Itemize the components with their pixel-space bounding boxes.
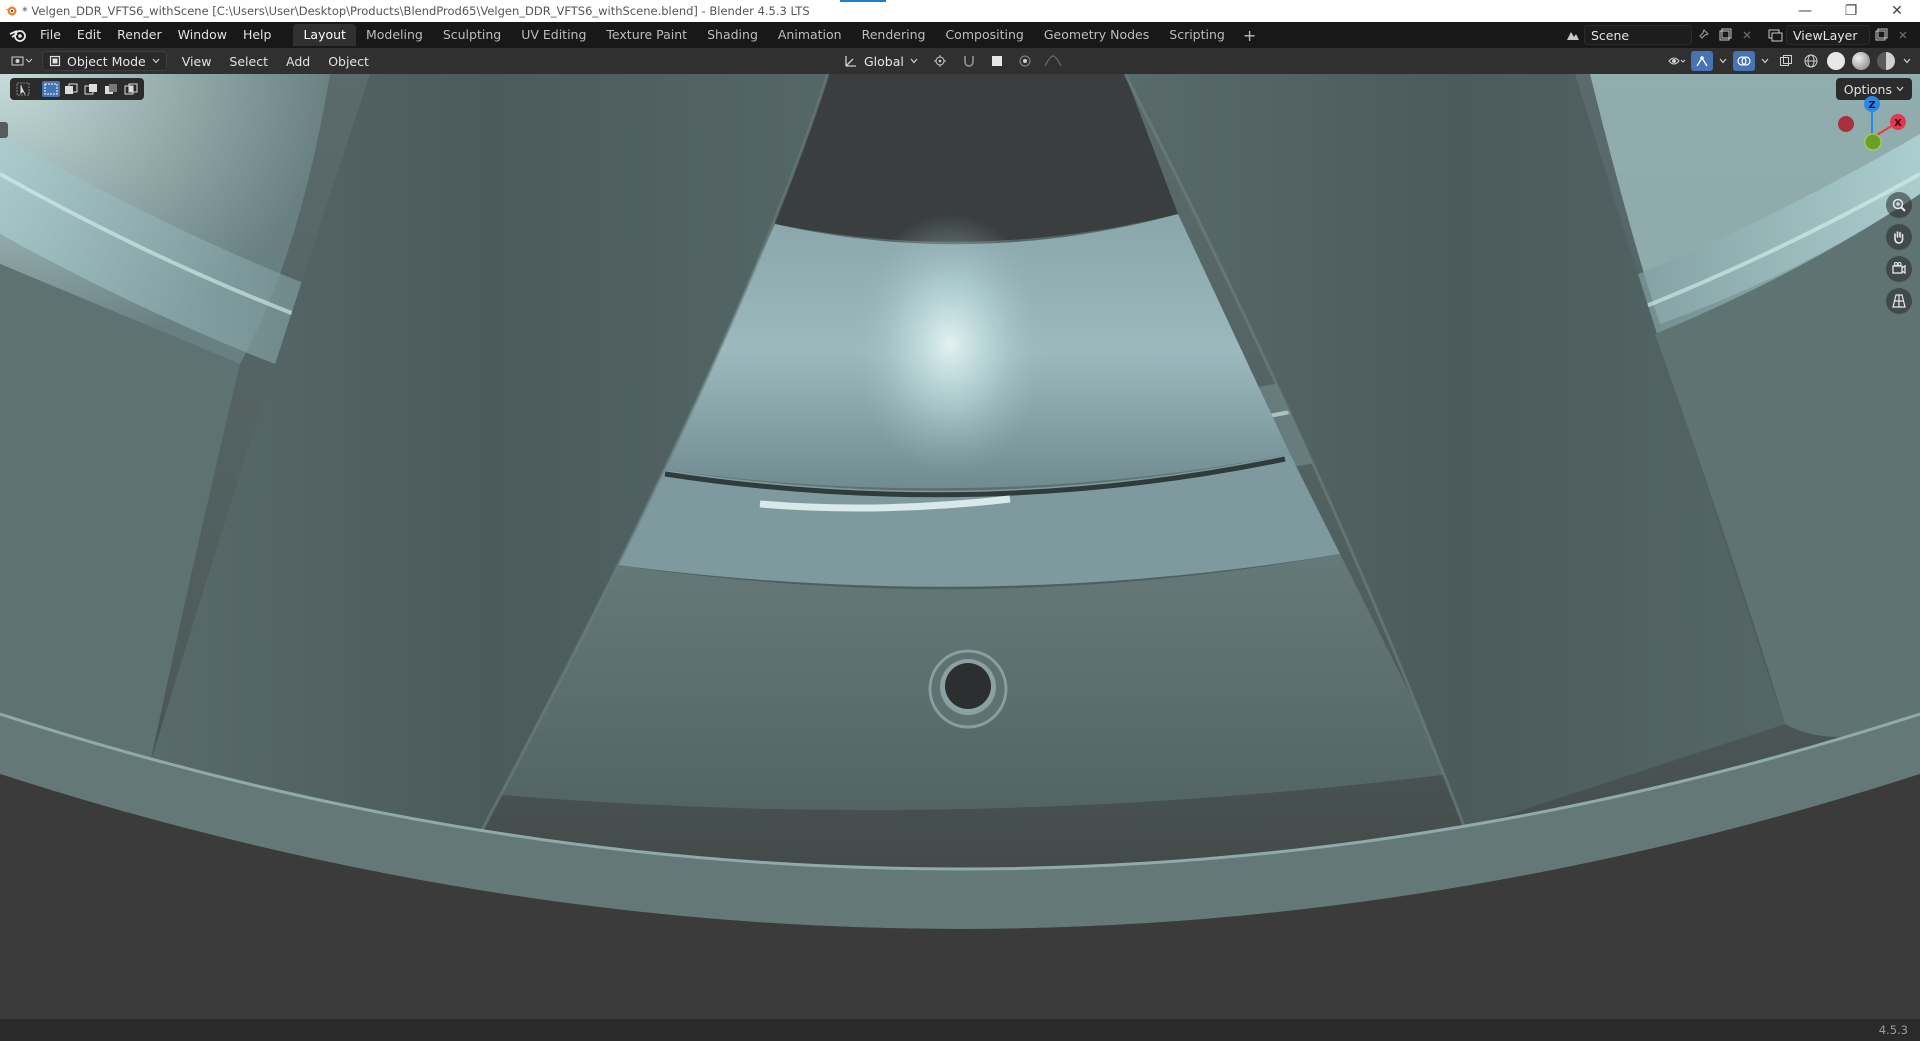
viewport-header: Object Mode View Select Add Object Globa…: [0, 48, 1920, 74]
chevron-down-icon[interactable]: [1716, 51, 1730, 71]
transform-orientation-dropdown[interactable]: Global: [838, 51, 924, 71]
selection-mode-toolbar: [10, 78, 144, 100]
visibility-icon[interactable]: [1666, 51, 1688, 71]
pivot-point-icon[interactable]: [930, 51, 952, 71]
view-layer-name: ViewLayer: [1793, 27, 1858, 43]
viewport-menu-select[interactable]: Select: [220, 54, 277, 69]
toolbar-collapse-tab[interactable]: [0, 122, 8, 138]
view-layer-icon[interactable]: [1764, 25, 1786, 45]
transform-tools: Global: [838, 51, 1064, 71]
tab-sculpting[interactable]: Sculpting: [433, 24, 511, 46]
select-new-icon[interactable]: [42, 81, 60, 97]
viewport-menu-view[interactable]: View: [173, 54, 221, 69]
scene-selector: Scene: [1562, 25, 1758, 45]
gizmo-toggle-icon[interactable]: [1691, 51, 1713, 71]
new-view-layer-icon[interactable]: [1870, 25, 1892, 45]
gizmo-x-label: X: [1894, 118, 1902, 129]
tab-scripting[interactable]: Scripting: [1159, 24, 1235, 46]
snapping-icon[interactable]: [958, 51, 980, 71]
viewport-menu-object[interactable]: Object: [319, 54, 378, 69]
restore-button[interactable]: ❐: [1828, 0, 1874, 22]
tab-modeling[interactable]: Modeling: [356, 24, 433, 46]
object-mode-icon: [49, 55, 61, 67]
chevron-down-icon[interactable]: [1900, 51, 1914, 71]
title-accent-line: [840, 0, 886, 2]
overlays-icon[interactable]: [1733, 51, 1755, 71]
delete-scene-icon[interactable]: [1736, 25, 1758, 45]
tab-uv-editing[interactable]: UV Editing: [511, 24, 596, 46]
object-mode-dropdown[interactable]: Object Mode: [42, 51, 167, 71]
blender-app-icon: [0, 0, 22, 22]
orientation-icon: [845, 56, 856, 67]
chevron-down-icon[interactable]: [1758, 51, 1772, 71]
editor-type-icon[interactable]: [8, 51, 36, 71]
zoom-icon[interactable]: [1886, 192, 1912, 218]
menu-file[interactable]: File: [32, 24, 69, 46]
tab-compositing[interactable]: Compositing: [935, 24, 1033, 46]
viewport-menu-add[interactable]: Add: [277, 54, 319, 69]
select-intersect-icon[interactable]: [122, 81, 140, 97]
menu-help[interactable]: Help: [235, 24, 280, 46]
xray-icon[interactable]: [1775, 51, 1797, 71]
window-titlebar: * Velgen_DDR_VFTS6_withScene [C:\Users\U…: [0, 0, 1920, 22]
tab-animation[interactable]: Animation: [768, 24, 852, 46]
perspective-grid-icon[interactable]: [1886, 288, 1912, 314]
select-extend-icon[interactable]: [62, 81, 80, 97]
chevron-down-icon: [152, 58, 160, 64]
tab-texture-paint[interactable]: Texture Paint: [596, 24, 697, 46]
navigation-gizmo[interactable]: Z X: [1824, 94, 1914, 174]
scene-name-field[interactable]: Scene: [1584, 25, 1692, 45]
select-tool-icon[interactable]: [14, 81, 32, 97]
gizmo-z-label: Z: [1868, 100, 1875, 111]
close-button[interactable]: ✕: [1874, 0, 1920, 22]
wireframe-shading-icon[interactable]: [1800, 51, 1822, 71]
scene-icon[interactable]: [1562, 25, 1584, 45]
object-mode-label: Object Mode: [67, 53, 146, 69]
proportional-editing-icon[interactable]: [1014, 51, 1036, 71]
view-layer-field[interactable]: ViewLayer: [1786, 25, 1870, 45]
new-scene-icon[interactable]: [1714, 25, 1736, 45]
delete-view-layer-icon[interactable]: [1892, 25, 1914, 45]
view-layer-selector: ViewLayer: [1764, 25, 1914, 45]
add-workspace-button[interactable]: +: [1235, 26, 1264, 45]
pin-icon[interactable]: [1692, 25, 1714, 45]
blender-logo-icon[interactable]: [4, 24, 32, 46]
minimize-button[interactable]: —: [1782, 0, 1828, 22]
topbar: File Edit Render Window Help Layout Mode…: [0, 22, 1920, 48]
window-title: * Velgen_DDR_VFTS6_withScene [C:\Users\U…: [22, 4, 810, 18]
viewport-navigation: [1886, 192, 1912, 314]
tab-geometry-nodes[interactable]: Geometry Nodes: [1034, 24, 1159, 46]
solid-shading-icon[interactable]: [1825, 51, 1847, 71]
falloff-icon[interactable]: [1042, 51, 1064, 71]
tab-shading[interactable]: Shading: [697, 24, 768, 46]
tab-rendering[interactable]: Rendering: [852, 24, 936, 46]
rendered-shading-icon[interactable]: [1875, 51, 1897, 71]
chevron-down-icon: [910, 58, 918, 64]
select-invert-icon[interactable]: [102, 81, 120, 97]
3d-viewport[interactable]: Options Z X: [0, 74, 1920, 1041]
snap-target-icon[interactable]: [986, 51, 1008, 71]
camera-view-icon[interactable]: [1886, 256, 1912, 282]
menu-window[interactable]: Window: [170, 24, 235, 46]
version-label: 4.5.3: [1878, 1023, 1908, 1037]
statusbar: 4.5.3: [0, 1019, 1920, 1041]
menu-edit[interactable]: Edit: [69, 24, 109, 46]
select-subtract-icon[interactable]: [82, 81, 100, 97]
pan-hand-icon[interactable]: [1886, 224, 1912, 250]
wheel-rim-render: [0, 74, 1920, 1041]
material-shading-icon[interactable]: [1850, 51, 1872, 71]
transform-orientation-label: Global: [864, 53, 904, 69]
scene-name: Scene: [1591, 27, 1630, 43]
menu-render[interactable]: Render: [109, 24, 170, 46]
tab-layout[interactable]: Layout: [293, 24, 356, 46]
viewport-display-tools: [1666, 51, 1914, 71]
chevron-down-icon: [1896, 86, 1904, 92]
